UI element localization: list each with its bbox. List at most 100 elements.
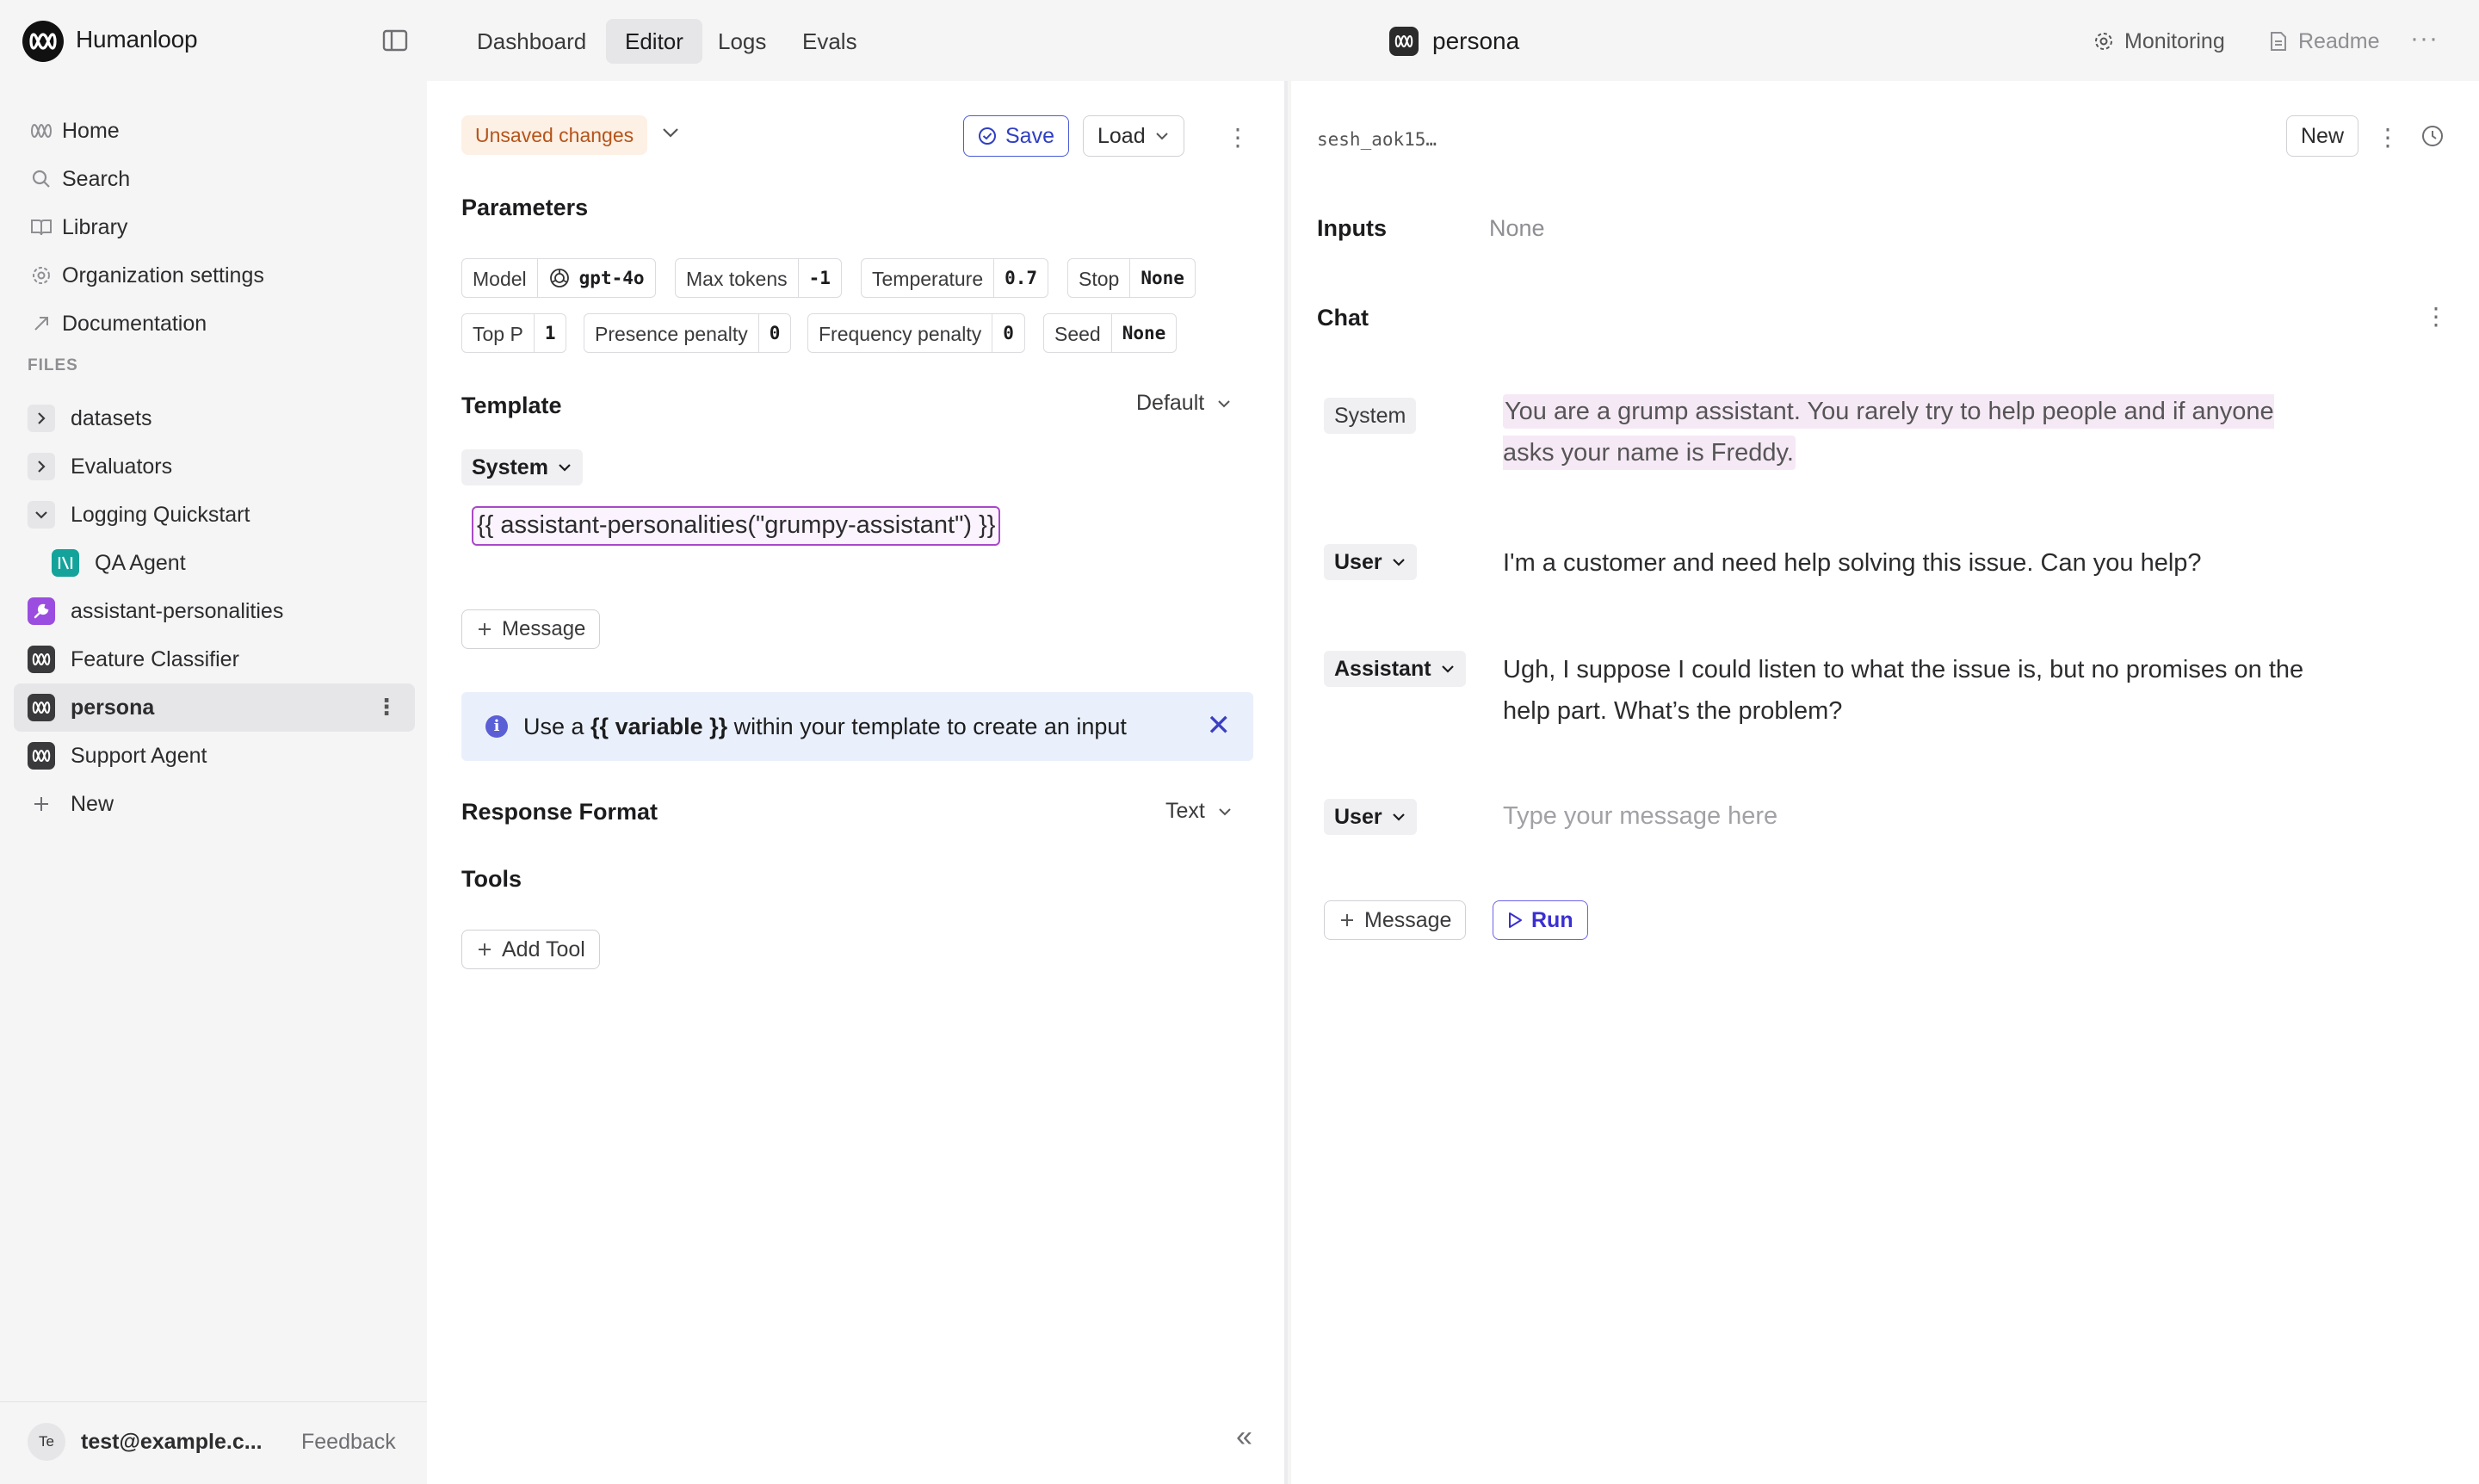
collapse-panel-icon[interactable]: « (1236, 1420, 1252, 1454)
readme-link[interactable]: Readme (2269, 26, 2380, 57)
param-key: Seed (1044, 314, 1112, 352)
sidebar-item-label: Home (62, 118, 120, 143)
inputs-value: None (1489, 215, 1545, 241)
chat-label: Chat (1317, 305, 1369, 331)
sidebar-item-documentation[interactable]: Documentation (14, 300, 415, 348)
response-format-value: Text (1165, 799, 1205, 823)
unsaved-changes-badge: Unsaved changes (461, 115, 648, 155)
param-key: Presence penalty (584, 314, 759, 352)
chevron-down-icon (1441, 665, 1454, 673)
param-chip-max-tokens[interactable]: Max tokens -1 (675, 258, 842, 298)
sidebar-item-new[interactable]: New (14, 780, 415, 828)
info-icon: i (485, 715, 508, 738)
feedback-link[interactable]: Feedback (301, 1430, 396, 1455)
readme-label: Readme (2298, 28, 2380, 53)
editor-panel: Unsaved changes Save Load ⋮ Parameters M… (427, 81, 1288, 1484)
param-chip-temperature[interactable]: Temperature 0.7 (861, 258, 1049, 298)
param-chip-stop[interactable]: Stop None (1067, 258, 1196, 298)
sidebar-item-label: Evaluators (71, 454, 173, 479)
template-mode-dropdown[interactable]: Default (1136, 391, 1232, 416)
user-email[interactable]: test@example.c... (81, 1430, 263, 1455)
message-role-dropdown[interactable]: User (1324, 799, 1417, 835)
message-content-assistant[interactable]: Ugh, I suppose I could listen to what th… (1503, 649, 2321, 732)
message-role-dropdown[interactable]: Assistant (1324, 651, 1466, 687)
humanloop-logo-icon[interactable] (22, 21, 64, 62)
more-vertical-icon[interactable]: ⋮ (2376, 126, 2400, 150)
template-mode-label: Default (1136, 391, 1205, 415)
humanloop-icon (21, 122, 62, 139)
sidebar-item-organization-settings[interactable]: Organization settings (14, 251, 415, 300)
chat-panel: sesh_aok15… New ⋮ Inputs None Chat ⋮ Sys… (1291, 81, 2479, 1484)
param-chip-frequency-penalty[interactable]: Frequency penalty 0 (807, 313, 1025, 353)
monitoring-link[interactable]: Monitoring (2093, 26, 2225, 57)
session-id: sesh_aok15… (1317, 129, 1437, 150)
add-message-label: Message (502, 617, 586, 640)
sidebar-item-label: Search (62, 166, 131, 191)
sidebar-item-label: assistant-personalities (71, 598, 284, 623)
chevron-right-icon[interactable] (28, 405, 55, 432)
add-message-button[interactable]: Message (461, 609, 601, 649)
sidebar-item-home[interactable]: Home (14, 107, 415, 155)
close-icon[interactable]: ✕ (1207, 711, 1232, 740)
system-message-text: You are a grump assistant. You rarely tr… (1503, 394, 2274, 470)
tab-evals[interactable]: Evals (783, 19, 876, 64)
param-chip-top-p[interactable]: Top P 1 (461, 313, 567, 353)
prompt-icon (28, 694, 55, 721)
param-chip-model[interactable]: Model gpt-4o (461, 258, 656, 298)
book-icon (21, 218, 62, 237)
save-button[interactable]: Save (963, 115, 1069, 157)
document-icon (2271, 32, 2286, 51)
load-button[interactable]: Load (1083, 115, 1184, 157)
sidebar-item-label: QA Agent (95, 550, 186, 575)
avatar[interactable]: Te (28, 1423, 65, 1461)
param-chip-presence-penalty[interactable]: Presence penalty 0 (584, 313, 792, 353)
message-content-system[interactable]: You are a grump assistant. You rarely tr… (1503, 391, 2321, 473)
sidebar-item-assistant-personalities[interactable]: assistant-personalities (14, 587, 415, 635)
message-role-dropdown[interactable]: User (1324, 544, 1417, 580)
more-options-icon[interactable]: ··· (2410, 24, 2439, 53)
sidebar-item-feature-classifier[interactable]: Feature Classifier (14, 635, 415, 683)
sidebar-item-datasets[interactable]: datasets (14, 394, 415, 442)
variable-info-banner: i Use a {{ variable }} within your templ… (461, 692, 1253, 761)
load-label: Load (1097, 123, 1146, 148)
param-chip-seed[interactable]: Seed None (1043, 313, 1178, 353)
sidebar-item-logging-quickstart[interactable]: Logging Quickstart (14, 491, 415, 539)
add-message-button[interactable]: Message (1324, 900, 1467, 940)
response-format-dropdown[interactable]: Text (1165, 799, 1233, 824)
history-icon[interactable] (2420, 124, 2445, 152)
template-title: Template (461, 393, 562, 418)
tab-logs[interactable]: Logs (699, 19, 785, 64)
chevron-down-icon (1392, 559, 1405, 566)
tab-editor[interactable]: Editor (606, 19, 702, 64)
run-label: Run (1531, 907, 1573, 932)
sidebar-item-search[interactable]: Search (14, 155, 415, 203)
chevron-down-icon[interactable] (661, 126, 680, 144)
chevron-right-icon[interactable] (28, 453, 55, 480)
sidebar-item-evaluators[interactable]: Evaluators (14, 442, 415, 491)
sidebar-toggle-icon[interactable] (382, 29, 408, 52)
template-role-dropdown[interactable]: System (461, 449, 583, 485)
sidebar-item-support-agent[interactable]: Support Agent (14, 732, 415, 780)
param-key: Stop (1068, 259, 1131, 297)
message-input[interactable]: Type your message here (1503, 802, 1777, 831)
message-content-user[interactable]: I'm a customer and need help solving thi… (1503, 542, 2321, 584)
sidebar-item-qa-agent[interactable]: QA Agent (38, 539, 415, 587)
run-button[interactable]: Run (1493, 900, 1588, 940)
top-bar: Humanloop Dashboard Editor Logs Evals pe… (0, 0, 2479, 81)
new-session-button[interactable]: New (2286, 115, 2359, 157)
more-vertical-icon[interactable]: ⋮ (375, 696, 398, 718)
add-tool-button[interactable]: Add Tool (461, 930, 600, 969)
chevron-down-icon[interactable] (28, 501, 55, 529)
template-content[interactable]: {{ assistant-personalities("grumpy-assis… (472, 506, 1001, 546)
add-tool-label: Add Tool (502, 937, 585, 962)
sidebar-item-persona[interactable]: persona ⋮ (14, 683, 415, 732)
sidebar-item-label: Feature Classifier (71, 646, 239, 671)
param-key: Max tokens (676, 259, 799, 297)
more-vertical-icon[interactable]: ⋮ (2424, 305, 2448, 329)
tools-title: Tools (461, 866, 522, 892)
tab-dashboard[interactable]: Dashboard (458, 19, 605, 64)
sidebar-item-library[interactable]: Library (14, 203, 415, 251)
more-vertical-icon[interactable]: ⋮ (1226, 126, 1250, 150)
save-label: Save (1005, 123, 1054, 148)
prompt-icon (1389, 27, 1419, 56)
